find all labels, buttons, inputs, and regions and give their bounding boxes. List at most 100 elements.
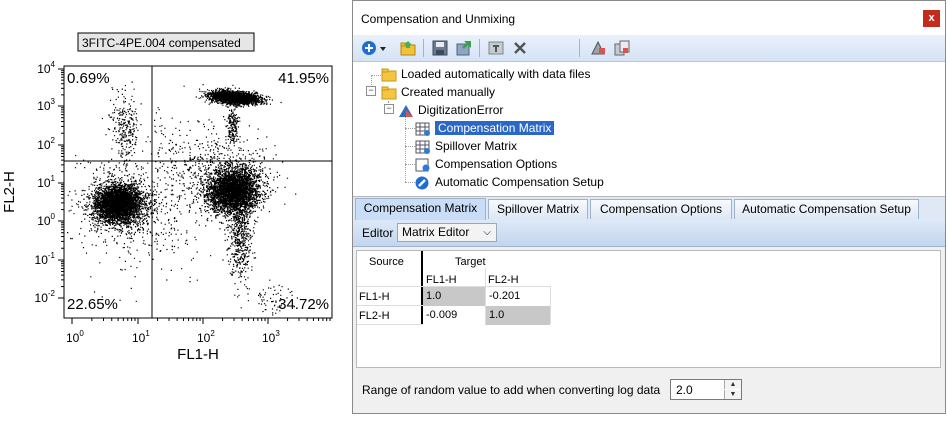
y-axis-label: FL2-H	[1, 171, 18, 213]
dot-plot[interactable]: 100 101 102 103 104 103 102 101 100 10-1 10-2 0.6…	[0, 0, 350, 423]
tree-label-loaded-automatically: Loaded automatically with data files	[401, 67, 591, 81]
matrix-cell-fl2-fl1[interactable]: -0.009	[423, 306, 485, 325]
add-icon[interactable]	[361, 39, 377, 57]
tree-connector	[405, 128, 415, 129]
tree-label-spillover-matrix: Spillover Matrix	[435, 139, 518, 153]
tree-label-compensation-options: Compensation Options	[435, 157, 558, 171]
tree-item-automatic-compensation-setup[interactable]: Automatic Compensation Setup	[415, 173, 604, 191]
tree-connector	[405, 182, 415, 183]
stepper-up-icon[interactable]: ▲	[724, 380, 741, 389]
random-value-label: Range of random value to add when conver…	[362, 383, 661, 397]
stepper-down-icon[interactable]: ▼	[724, 390, 741, 399]
compensation-matrix-panel: Editor Matrix Editor ⌵ Source Target FL1…	[353, 220, 945, 413]
matrix-cell-fl1-fl2[interactable]: -0.201	[486, 287, 550, 306]
tab-spillover-matrix[interactable]: Spillover Matrix	[488, 199, 588, 219]
row-header-fl1: FL1-H	[359, 291, 390, 303]
x-axis-ticks: 100 101 102 103	[66, 318, 331, 345]
random-value-row: Range of random value to add when conver…	[353, 375, 945, 405]
quadrant-upper-right-percent: 41.95%	[278, 70, 329, 87]
tree-connector	[371, 75, 381, 76]
matrix-cell-fl2-fl2[interactable]: 1.0	[486, 306, 550, 325]
gate-icon[interactable]	[589, 39, 607, 57]
events-scatter	[67, 81, 298, 316]
toolbar-separator	[479, 39, 480, 57]
y-tick-label: 101	[37, 174, 55, 190]
folder-icon	[381, 86, 397, 100]
rename-icon[interactable]	[487, 39, 505, 57]
wrench-icon	[415, 176, 429, 190]
collapse-toggle-icon[interactable]: −	[366, 86, 376, 96]
tree-label-digitization-error: DigitizationError	[418, 103, 504, 117]
x-tick-label: 102	[197, 329, 215, 345]
x-tick-label: 101	[132, 329, 150, 345]
y-tick-label: 10-1	[35, 251, 56, 267]
tree-label-created-manually: Created manually	[401, 85, 496, 99]
random-value-input[interactable]: 2.0	[676, 383, 693, 397]
matrix-icon	[415, 140, 430, 154]
folder-icon	[381, 68, 397, 82]
quadrant-upper-left-percent: 0.69%	[67, 70, 110, 87]
tab-automatic-compensation-setup[interactable]: Automatic Compensation Setup	[734, 199, 919, 219]
quadrant-lower-right-percent: 34.72%	[278, 296, 329, 313]
matrix-grid: Source Target FL1-H FL2-H FL1-H 1.0 -0.2…	[356, 250, 941, 368]
open-folder-icon[interactable]	[399, 39, 417, 57]
quadrant-lower-left-percent: 22.65%	[67, 296, 118, 313]
event-dots	[67, 81, 298, 316]
editor-select[interactable]: Matrix Editor ⌵	[397, 223, 497, 242]
options-icon	[415, 158, 430, 172]
editor-select-value: Matrix Editor	[402, 225, 470, 239]
toolbar	[353, 35, 945, 62]
tree-item-digitization-error[interactable]: DigitizationError	[398, 101, 503, 119]
source-header: Source	[369, 256, 404, 268]
tree-item-created-manually[interactable]: Created manually	[381, 83, 495, 101]
save-icon[interactable]	[431, 39, 449, 57]
y-tick-label: 102	[37, 136, 55, 152]
tree-item-spillover-matrix[interactable]: Spillover Matrix	[415, 137, 517, 155]
editor-bar: Editor Matrix Editor ⌵	[353, 220, 945, 247]
column-header-fl2: FL2-H	[488, 274, 519, 286]
tree-item-loaded-automatically[interactable]: Loaded automatically with data files	[381, 65, 590, 83]
y-axis-ticks: 104 103 102 101 100 10-1 10-2	[35, 60, 64, 305]
tree-item-compensation-matrix[interactable]: Compensation Matrix	[415, 119, 555, 137]
y-tick-label: 104	[37, 60, 55, 76]
row-header-fl2: FL2-H	[359, 310, 390, 322]
copy-icon[interactable]	[613, 39, 631, 57]
y-tick-label: 100	[37, 212, 55, 228]
tree-label-automatic-compensation-setup: Automatic Compensation Setup	[435, 175, 604, 189]
sample-name: 3FITC-4PE.004 compensated	[82, 36, 241, 50]
compensation-dialog: Compensation and Unmixing x Loaded autom…	[352, 0, 946, 414]
matrix-icon	[415, 122, 430, 136]
tree-item-compensation-options[interactable]: Compensation Options	[415, 155, 557, 173]
column-divider	[550, 286, 551, 324]
tab-strip: Compensation Matrix Spillover Matrix Com…	[353, 197, 945, 220]
tree-connector	[405, 164, 415, 165]
compensation-tree: Loaded automatically with data files − C…	[353, 62, 945, 197]
sample-name-box[interactable]: 3FITC-4PE.004 compensated	[77, 32, 255, 52]
plot-canvas: 100 101 102 103 104 103 102 101 100 10-1 10-2 0.6…	[1, 32, 333, 363]
tree-label-compensation-matrix: Compensation Matrix	[435, 121, 555, 135]
delete-icon[interactable]	[511, 39, 529, 57]
digitization-error-icon	[399, 104, 413, 117]
close-button[interactable]: x	[923, 10, 940, 27]
x-axis-label: FL1-H	[177, 346, 219, 363]
dialog-title: Compensation and Unmixing	[361, 12, 516, 26]
collapse-toggle-icon[interactable]: −	[384, 104, 394, 114]
chevron-down-icon: ⌵	[483, 227, 491, 238]
tree-connector	[405, 146, 415, 147]
tree-connector	[405, 117, 406, 182]
y-tick-label: 10-2	[35, 289, 56, 305]
tab-compensation-options[interactable]: Compensation Options	[590, 199, 732, 219]
title-bar: Compensation and Unmixing x	[353, 1, 945, 35]
toolbar-separator	[579, 39, 580, 57]
dropdown-arrow-icon[interactable]	[379, 39, 387, 57]
target-header: Target	[455, 256, 486, 268]
random-value-stepper[interactable]: 2.0 ▲ ▼	[670, 379, 742, 400]
matrix-cell-fl1-fl1[interactable]: 1.0	[423, 287, 485, 306]
x-tick-label: 100	[66, 329, 84, 345]
export-icon[interactable]	[455, 39, 473, 57]
y-tick-label: 103	[37, 97, 55, 113]
column-header-fl1: FL1-H	[426, 274, 457, 286]
x-tick-label: 103	[262, 329, 280, 345]
tab-compensation-matrix[interactable]: Compensation Matrix	[355, 198, 486, 220]
toolbar-separator	[423, 39, 424, 57]
